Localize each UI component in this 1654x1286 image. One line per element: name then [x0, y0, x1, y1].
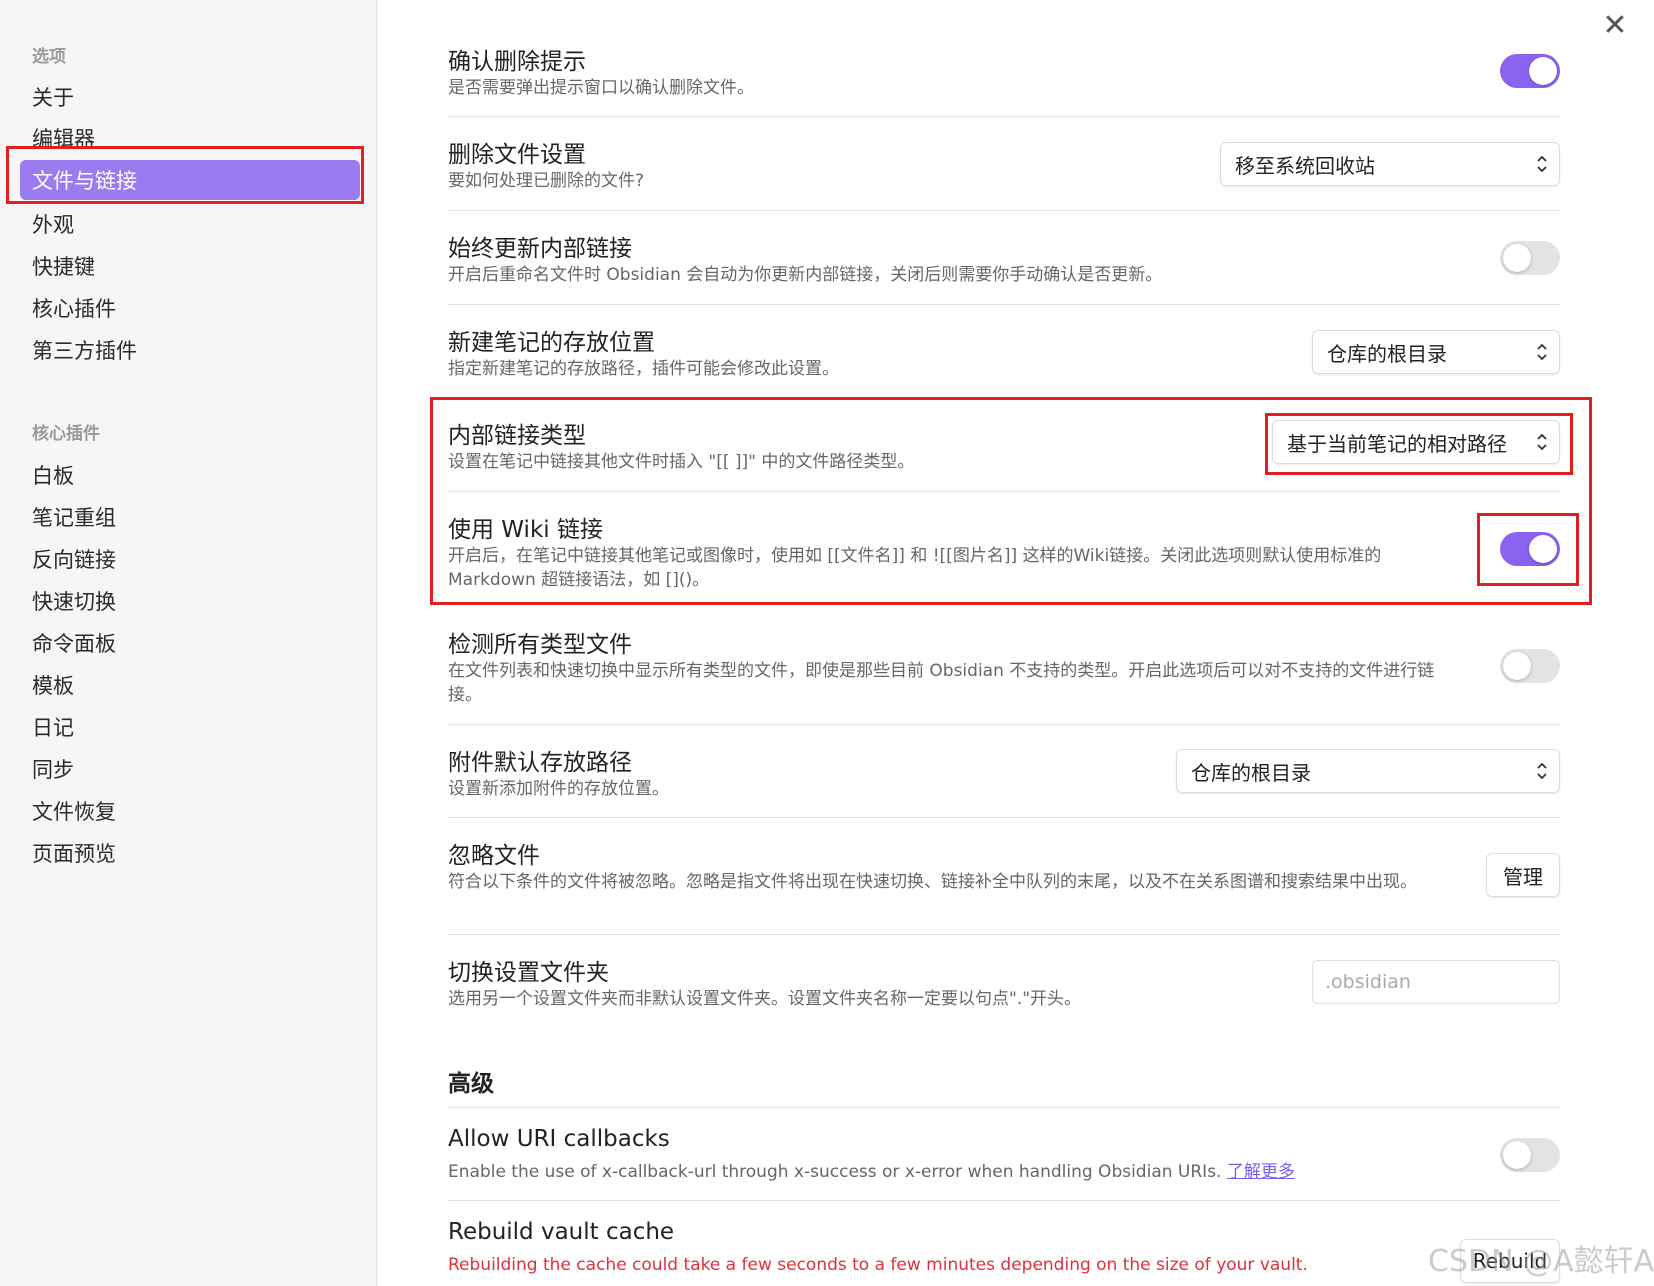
- setting-name: 切换设置文件夹: [448, 960, 609, 986]
- link-format-select[interactable]: 基于当前笔记的相对路径: [1272, 420, 1560, 464]
- settings-sidebar: 选项 关于 编辑器 文件与链接 外观 快捷键 核心插件 第三方插件 核心插件 白…: [0, 0, 377, 1286]
- setting-desc: 要如何处理已删除的文件?: [448, 171, 645, 191]
- close-icon[interactable]: ✕: [1598, 8, 1632, 43]
- sidebar-item-command-palette[interactable]: 命令面板: [20, 623, 360, 663]
- setting-delete-files: 删除文件设置 要如何处理已删除的文件? 移至系统回收站: [448, 117, 1560, 211]
- wiki-links-toggle[interactable]: [1500, 532, 1560, 566]
- setting-name: 忽略文件: [448, 843, 540, 869]
- setting-config-folder: 切换设置文件夹 选用另一个设置文件夹而非默认设置文件夹。设置文件夹名称一定要以句…: [448, 935, 1560, 1035]
- chevron-up-down-icon: [1537, 343, 1547, 361]
- sidebar-item-daily-notes[interactable]: 日记: [20, 707, 360, 747]
- options-section-header: 选项: [32, 47, 66, 67]
- sidebar-item-editor[interactable]: 编辑器: [20, 118, 360, 158]
- sidebar-item-page-preview[interactable]: 页面预览: [20, 833, 360, 873]
- setting-desc: 开启后重命名文件时 Obsidian 会自动为你更新内部链接，关闭后则需要你手动…: [448, 265, 1163, 285]
- manage-excluded-files-button[interactable]: 管理: [1486, 853, 1560, 897]
- setting-confirm-delete: 确认删除提示 是否需要弹出提示窗口以确认删除文件。: [448, 34, 1560, 117]
- setting-desc: 设置在笔记中链接其他文件时插入 "[[ ]]" 中的文件路径类型。: [448, 452, 915, 472]
- sidebar-item-files-and-links[interactable]: 文件与链接: [20, 160, 360, 200]
- setting-rebuild-cache: Rebuild vault cache Rebuilding the cache…: [448, 1201, 1560, 1286]
- sidebar-item-file-recovery[interactable]: 文件恢复: [20, 791, 360, 831]
- setting-wiki-links: 使用 Wiki 链接 开启后，在笔记中链接其他笔记或图像时，使用如 [[文件名]…: [448, 492, 1560, 607]
- sidebar-item-templates[interactable]: 模板: [20, 665, 360, 705]
- sidebar-item-about[interactable]: 关于: [20, 77, 360, 117]
- sidebar-item-canvas[interactable]: 白板: [20, 455, 360, 495]
- learn-more-link[interactable]: 了解更多: [1227, 1162, 1295, 1182]
- sidebar-item-backlinks[interactable]: 反向链接: [20, 539, 360, 579]
- setting-name: 内部链接类型: [448, 423, 586, 449]
- select-value: 仓库的根目录: [1327, 341, 1447, 366]
- sidebar-item-sync[interactable]: 同步: [20, 749, 360, 789]
- sidebar-item-core-plugins[interactable]: 核心插件: [20, 288, 360, 328]
- select-value: 移至系统回收站: [1235, 153, 1375, 178]
- setting-name: 确认删除提示: [448, 49, 586, 75]
- new-note-location-select[interactable]: 仓库的根目录: [1312, 330, 1560, 374]
- setting-desc-warning: Rebuilding the cache could take a few se…: [448, 1255, 1308, 1275]
- sidebar-item-community-plugins[interactable]: 第三方插件: [20, 330, 360, 370]
- setting-new-note-location: 新建笔记的存放位置 指定新建笔记的存放路径，插件可能会修改此设置。 仓库的根目录: [448, 305, 1560, 398]
- delete-files-select[interactable]: 移至系统回收站: [1220, 142, 1560, 186]
- sidebar-item-hotkeys[interactable]: 快捷键: [20, 246, 360, 286]
- advanced-heading: 高级: [448, 1071, 494, 1097]
- select-value: 基于当前笔记的相对路径: [1287, 431, 1507, 456]
- setting-update-links: 始终更新内部链接 开启后重命名文件时 Obsidian 会自动为你更新内部链接，…: [448, 211, 1560, 305]
- setting-uri-callbacks: Allow URI callbacks Enable the use of x-…: [448, 1108, 1560, 1201]
- setting-name: Rebuild vault cache: [448, 1219, 675, 1245]
- setting-desc: 指定新建笔记的存放路径，插件可能会修改此设置。: [448, 359, 839, 379]
- setting-link-format: 内部链接类型 设置在笔记中链接其他文件时插入 "[[ ]]" 中的文件路径类型。…: [448, 398, 1560, 492]
- setting-name: 始终更新内部链接: [448, 236, 632, 262]
- setting-desc: 是否需要弹出提示窗口以确认删除文件。: [448, 78, 754, 98]
- setting-name: 检测所有类型文件: [448, 632, 632, 658]
- setting-desc: 设置新添加附件的存放位置。: [448, 779, 669, 799]
- sidebar-item-quick-switcher[interactable]: 快速切换: [20, 581, 360, 621]
- attachment-path-select[interactable]: 仓库的根目录: [1176, 749, 1560, 793]
- setting-name: 新建笔记的存放位置: [448, 330, 655, 356]
- select-value: 仓库的根目录: [1191, 760, 1311, 785]
- detect-all-files-toggle[interactable]: [1500, 649, 1560, 683]
- setting-desc: Enable the use of x-callback-url through…: [448, 1160, 1295, 1184]
- setting-desc: 符合以下条件的文件将被忽略。忽略是指文件将出现在快速切换、链接补全中队列的末尾，…: [448, 872, 1417, 892]
- setting-desc: 开启后，在笔记中链接其他笔记或图像时，使用如 [[文件名]] 和 ![[图片名]…: [448, 546, 1382, 590]
- sidebar-item-note-composer[interactable]: 笔记重组: [20, 497, 360, 537]
- chevron-up-down-icon: [1537, 762, 1547, 780]
- setting-desc: 选用另一个设置文件夹而非默认设置文件夹。设置文件夹名称一定要以句点"."开头。: [448, 989, 1082, 1009]
- setting-name: 附件默认存放路径: [448, 750, 632, 776]
- setting-detect-all-files: 检测所有类型文件 在文件列表和快速切换中显示所有类型的文件，即使是那些目前 Ob…: [448, 607, 1560, 725]
- chevron-up-down-icon: [1537, 433, 1547, 451]
- chevron-up-down-icon: [1537, 155, 1547, 173]
- config-folder-input[interactable]: [1312, 960, 1560, 1004]
- setting-desc-text: Enable the use of x-callback-url through…: [448, 1162, 1222, 1182]
- setting-attachment-path: 附件默认存放路径 设置新添加附件的存放位置。 仓库的根目录: [448, 725, 1560, 818]
- setting-name: Allow URI callbacks: [448, 1126, 670, 1152]
- sidebar-item-appearance[interactable]: 外观: [20, 204, 360, 244]
- uri-callbacks-toggle[interactable]: [1500, 1138, 1560, 1172]
- update-links-toggle[interactable]: [1500, 241, 1560, 275]
- setting-desc: 在文件列表和快速切换中显示所有类型的文件，即使是那些目前 Obsidian 不支…: [448, 661, 1435, 705]
- core-plugins-section-header: 核心插件: [32, 424, 100, 444]
- setting-name: 使用 Wiki 链接: [448, 517, 603, 543]
- setting-name: 删除文件设置: [448, 142, 586, 168]
- csdn-watermark: CSDN @A懿轩A: [1428, 1244, 1654, 1279]
- setting-excluded-files: 忽略文件 符合以下条件的文件将被忽略。忽略是指文件将出现在快速切换、链接补全中队…: [448, 818, 1560, 935]
- confirm-delete-toggle[interactable]: [1500, 54, 1560, 88]
